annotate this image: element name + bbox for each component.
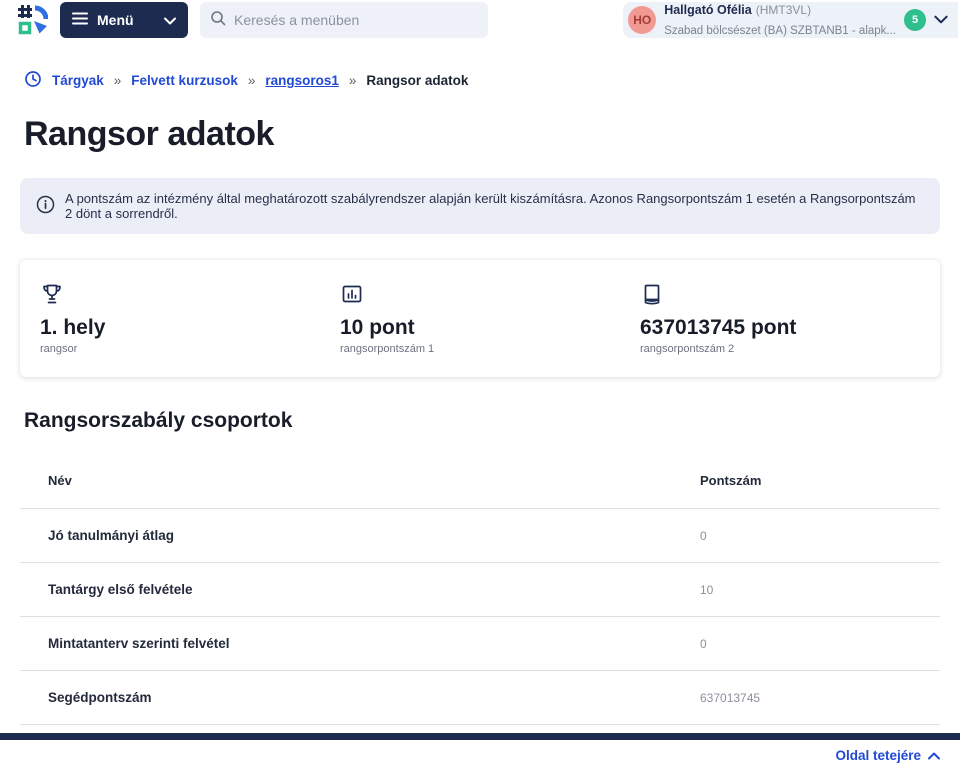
stat-rangsor: 1. hely rangsor [40, 282, 340, 355]
hamburger-icon [72, 12, 88, 28]
table-row: Mintatanterv szerinti felvétel 0 [20, 617, 940, 671]
back-to-top-link[interactable]: Oldal tetejére [835, 748, 940, 763]
rule-groups-table: Név Pontszám Jó tanulmányi átlag 0 Tantá… [20, 459, 940, 725]
back-to-top-row: Oldal tetejére [20, 747, 940, 765]
user-name: Hallgató Ofélia [664, 3, 752, 17]
table-row: Jó tanulmányi átlag 0 [20, 509, 940, 563]
user-training-info: Szabad bölcsészet (BA) SZBTANB1 - alapk.… [664, 25, 896, 37]
stat-rangsorpontszam-1: 10 pont rangsorpontszám 1 [340, 282, 640, 355]
table-row: Segédpontszám 637013745 [20, 671, 940, 725]
row-points: 637013745 [700, 691, 760, 705]
breadcrumb-separator: » [248, 73, 256, 88]
menu-search[interactable] [200, 2, 488, 38]
search-icon [210, 10, 226, 31]
menu-button-label: Menü [97, 12, 134, 28]
column-header-name: Név [20, 473, 700, 488]
stat-label-rangsorpontszam-2: rangsorpontszám 2 [640, 343, 940, 355]
stat-value-rangsorpontszam-1: 10 pont [340, 316, 640, 340]
table-header-row: Név Pontszám [20, 459, 940, 509]
row-points: 0 [700, 637, 707, 651]
trophy-icon [40, 282, 340, 308]
stat-label-rangsorpontszam-1: rangsorpontszám 1 [340, 343, 640, 355]
breadcrumb-separator: » [114, 73, 122, 88]
menu-button[interactable]: Menü [60, 2, 188, 38]
user-code: (HMT3VL) [756, 3, 811, 17]
avatar: HO [628, 6, 656, 34]
row-points: 0 [700, 529, 707, 543]
app-logo-icon[interactable] [18, 5, 48, 35]
info-banner-text: A pontszám az intézmény által meghatároz… [65, 191, 924, 221]
breadcrumb-item-rangsoros1[interactable]: rangsoros1 [265, 73, 339, 88]
section-title: Rangsorszabály csoportok [24, 409, 936, 433]
user-menu[interactable]: HO Hallgató Ofélia (HMT3VL) Szabad bölcsé… [623, 2, 958, 38]
ranking-summary-card: 1. hely rangsor 10 pont rangsorpontszám … [20, 260, 940, 377]
info-icon [36, 195, 55, 217]
page-title: Rangsor adatok [24, 115, 936, 154]
row-name: Jó tanulmányi átlag [20, 528, 700, 543]
notification-badge[interactable]: 5 [904, 9, 926, 31]
breadcrumb: Tárgyak » Felvett kurzusok » rangsoros1 … [0, 70, 960, 91]
breadcrumb-separator: » [349, 73, 357, 88]
stat-value-rangsorpontszam-2: 637013745 pont [640, 316, 940, 340]
row-name: Tantárgy első felvétele [20, 582, 700, 597]
row-name: Segédpontszám [20, 690, 700, 705]
row-points: 10 [700, 583, 713, 597]
book-icon [640, 282, 940, 308]
breadcrumb-item-felvett-kurzusok[interactable]: Felvett kurzusok [131, 73, 238, 88]
bar-chart-icon [340, 282, 640, 308]
stat-rangsorpontszam-2: 637013745 pont rangsorpontszám 2 [640, 282, 940, 355]
column-header-points: Pontszám [700, 473, 761, 488]
breadcrumb-current: Rangsor adatok [366, 73, 468, 88]
stat-value-rangsor: 1. hely [40, 316, 340, 340]
footer-bar [0, 733, 960, 740]
chevron-down-icon [164, 12, 176, 28]
chevron-down-icon [934, 11, 948, 29]
info-banner: A pontszám az intézmény által meghatároz… [20, 178, 940, 234]
back-to-top-label: Oldal tetejére [835, 748, 921, 763]
breadcrumb-item-targyak[interactable]: Tárgyak [52, 73, 104, 88]
history-clock-icon[interactable] [24, 70, 42, 91]
top-bar: Menü HO Hallgató Ofélia (HMT3VL) Szabad b… [0, 0, 960, 40]
chevron-up-icon [928, 748, 940, 763]
stat-label-rangsor: rangsor [40, 343, 340, 355]
table-row: Tantárgy első felvétele 10 [20, 563, 940, 617]
row-name: Mintatanterv szerinti felvétel [20, 636, 700, 651]
search-input[interactable] [234, 12, 478, 28]
